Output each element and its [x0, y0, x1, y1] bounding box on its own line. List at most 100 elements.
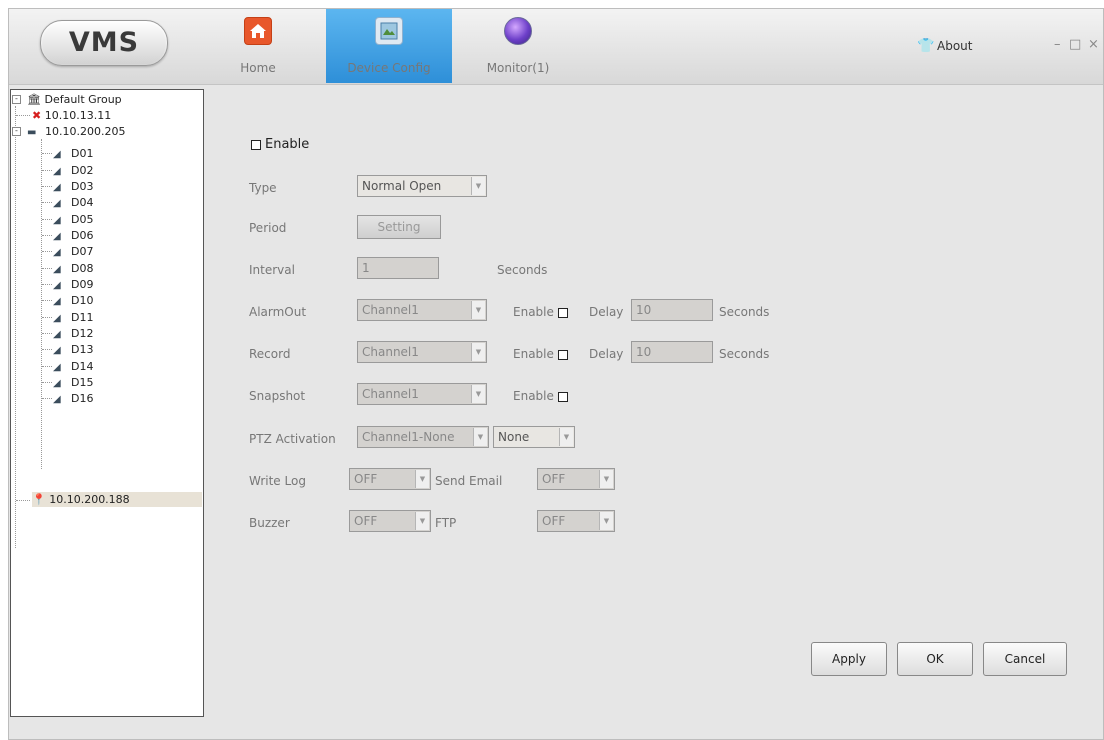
camera-icon: ◢ — [53, 345, 61, 356]
alarmout-label: AlarmOut — [249, 305, 307, 319]
record-enable-label: Enable — [513, 347, 554, 361]
snapshot-enable-checkbox[interactable]: Enable — [513, 389, 572, 403]
ptz-channel-value: Channel1-None — [362, 430, 455, 444]
chevron-down-icon: ▼ — [415, 470, 429, 488]
chevron-down-icon: ▼ — [599, 470, 613, 488]
period-setting-button[interactable]: Setting — [357, 215, 441, 239]
channel-label: D05 — [71, 213, 94, 226]
device-tree: - 🏛 Default Group ✖ 10.10.13.11 - ▬ 10.10… — [10, 89, 204, 717]
ftp-select[interactable]: OFF ▼ — [537, 510, 615, 532]
channel-item[interactable]: ◢ D14 — [53, 359, 93, 374]
channel-label: D13 — [71, 343, 94, 356]
tab-monitor[interactable]: Monitor(1) — [473, 9, 563, 83]
ftp-value: OFF — [542, 514, 566, 528]
about-label: About — [937, 39, 973, 53]
interval-input[interactable]: 1 — [357, 257, 439, 279]
interval-label: Interval — [249, 263, 295, 277]
writelog-value: OFF — [354, 472, 378, 486]
interval-unit: Seconds — [497, 263, 548, 277]
enable-checkbox[interactable]: Enable — [251, 137, 309, 152]
maximize-button[interactable]: □ — [1069, 37, 1081, 52]
channel-item[interactable]: ◢ D07 — [53, 244, 93, 259]
about-button[interactable]: 👕 About — [917, 38, 973, 54]
channel-label: D10 — [71, 294, 94, 307]
camera-icon: ◢ — [53, 231, 61, 242]
alarmout-select[interactable]: Channel1 ▼ — [357, 299, 487, 321]
channel-label: D02 — [71, 164, 94, 177]
tab-home[interactable]: Home — [223, 9, 293, 83]
record-enable-checkbox[interactable]: Enable — [513, 347, 572, 361]
record-delay-unit: Seconds — [719, 347, 770, 361]
writelog-select[interactable]: OFF ▼ — [349, 468, 431, 490]
sendemail-label: Send Email — [435, 474, 503, 488]
tab-home-label: Home — [240, 61, 276, 75]
channel-label: D06 — [71, 229, 94, 242]
channel-item[interactable]: ◢ D13 — [53, 342, 93, 357]
tree-group[interactable]: 🏛 Default Group — [27, 92, 122, 107]
record-delay-input[interactable]: 10 — [631, 341, 713, 363]
sendemail-value: OFF — [542, 472, 566, 486]
channel-label: D04 — [71, 196, 94, 209]
channel-item[interactable]: ◢ D04 — [53, 195, 93, 210]
channel-label: D16 — [71, 392, 94, 405]
offline-device-icon: ✖ — [32, 109, 42, 122]
ftp-label: FTP — [435, 516, 457, 530]
ptz-action-select[interactable]: None ▼ — [493, 426, 575, 448]
cancel-button[interactable]: Cancel — [983, 642, 1067, 676]
ptz-channel-select[interactable]: Channel1-None ▼ — [357, 426, 489, 448]
channel-item[interactable]: ◢ D12 — [53, 326, 93, 341]
channel-item[interactable]: ◢ D10 — [53, 293, 93, 308]
type-select[interactable]: Normal Open ▼ — [357, 175, 487, 197]
camera-icon: ◢ — [53, 198, 61, 209]
channel-item[interactable]: ◢ D06 — [53, 228, 93, 243]
channel-item[interactable]: ◢ D08 — [53, 261, 93, 276]
channel-item[interactable]: ◢ D09 — [53, 277, 93, 292]
channel-item[interactable]: ◢ D02 — [53, 163, 93, 178]
chevron-down-icon: ▼ — [559, 428, 573, 446]
chevron-down-icon: ▼ — [473, 428, 487, 446]
alarmout-enable-label: Enable — [513, 305, 554, 319]
camera-icon: ◢ — [53, 362, 61, 373]
camera-icon: ◢ — [53, 182, 61, 193]
channel-item[interactable]: ◢ D16 — [53, 391, 93, 406]
collapse-device-toggle[interactable]: - — [12, 127, 21, 136]
tree-device-label: 10.10.200.188 — [49, 493, 130, 506]
enable-label: Enable — [265, 137, 310, 152]
camera-icon: ◢ — [53, 394, 61, 405]
tree-device-online[interactable]: ▬ 10.10.200.205 — [27, 124, 125, 139]
snapshot-label: Snapshot — [249, 389, 306, 403]
channel-label: D11 — [71, 311, 94, 324]
ptz-label: PTZ Activation — [249, 432, 336, 446]
alarmout-delay-input[interactable]: 10 — [631, 299, 713, 321]
checkbox-icon — [557, 349, 568, 360]
buzzer-label: Buzzer — [249, 516, 290, 530]
channel-item[interactable]: ◢ D05 — [53, 212, 93, 227]
minimize-button[interactable]: – — [1054, 37, 1061, 52]
tree-device-label: 10.10.13.11 — [44, 109, 112, 122]
camera-icon: ◢ — [53, 280, 61, 291]
checkbox-icon — [557, 307, 568, 318]
buzzer-select[interactable]: OFF ▼ — [349, 510, 431, 532]
collapse-group-toggle[interactable]: - — [12, 95, 21, 104]
channel-item[interactable]: ◢ D11 — [53, 310, 93, 325]
snapshot-select[interactable]: Channel1 ▼ — [357, 383, 487, 405]
monitor-icon — [504, 17, 532, 45]
channel-label: D12 — [71, 327, 94, 340]
writelog-label: Write Log — [249, 474, 306, 488]
ok-button[interactable]: OK — [897, 642, 973, 676]
close-button[interactable]: × — [1088, 37, 1099, 52]
apply-button[interactable]: Apply — [811, 642, 887, 676]
home-icon — [244, 17, 272, 45]
tab-device-config[interactable]: Device Config — [326, 9, 452, 83]
channel-item[interactable]: ◢ D01 — [53, 146, 93, 161]
alarmout-enable-checkbox[interactable]: Enable — [513, 305, 572, 319]
alarmout-value: Channel1 — [362, 303, 419, 317]
tree-device-selected[interactable]: 📍 10.10.200.188 — [32, 492, 202, 507]
channel-item[interactable]: ◢ D15 — [53, 375, 93, 390]
channel-item[interactable]: ◢ D03 — [53, 179, 93, 194]
sendemail-select[interactable]: OFF ▼ — [537, 468, 615, 490]
top-toolbar: VMS Home Device Config Monitor(1) 👕 Abou… — [9, 9, 1103, 85]
tree-device-offline[interactable]: ✖ 10.10.13.11 — [32, 108, 111, 123]
record-select[interactable]: Channel1 ▼ — [357, 341, 487, 363]
vms-window: VMS Home Device Config Monitor(1) 👕 Abou… — [8, 8, 1104, 740]
